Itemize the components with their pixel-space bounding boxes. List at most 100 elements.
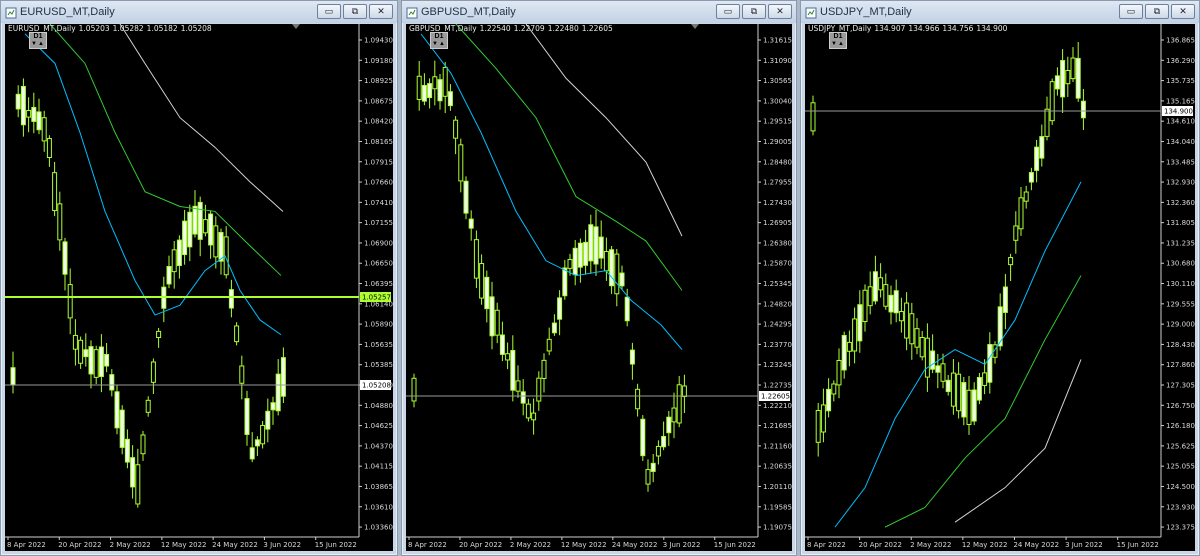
price-axis-label: 136.865	[1166, 37, 1195, 45]
price-axis-label: 1.25870	[763, 260, 792, 268]
price-chart[interactable]: 136.865 136.290 135.735 135.165 134.610 134.0…	[805, 24, 1195, 551]
candle-body	[583, 241, 589, 266]
chart-window-usdjpy[interactable]: USDJPY_MT,Daily ▭ ⧉ ✕ 136.865 136.290 135.…	[800, 0, 1200, 556]
candle-body	[867, 286, 873, 307]
titlebar[interactable]: EURUSD_MT,Daily ▭ ⧉ ✕	[1, 1, 397, 23]
chart-window-gbpusd[interactable]: GBPUSD_MT,Daily ▭ ⧉ ✕ 1.31615 1.31090 1.30…	[401, 0, 797, 556]
candle-body	[681, 385, 687, 398]
candle-body	[815, 410, 821, 443]
price-axis-label: 1.08420	[364, 118, 393, 126]
maximize-button[interactable]: ⧉	[742, 4, 766, 19]
price-axis-label: 133.485	[1166, 158, 1195, 166]
price-axis-label: 1.27955	[763, 179, 792, 187]
close-value: 1.05208	[180, 24, 212, 33]
candle-body	[820, 404, 826, 433]
high-value: 1.22709	[513, 24, 545, 33]
price-axis-label: 132.360	[1166, 199, 1195, 207]
candle-body	[473, 239, 479, 279]
candle-body	[182, 220, 188, 256]
candle-body	[150, 361, 156, 383]
timeframe-label: D1	[33, 33, 43, 40]
candle-body	[249, 447, 255, 460]
candle-body	[1028, 172, 1034, 183]
timeframe-switcher[interactable]: D1 ▼▲	[829, 32, 847, 49]
candle-body	[421, 84, 427, 102]
maximize-button[interactable]: ⧉	[343, 4, 367, 19]
price-axis-label: 129.000	[1166, 321, 1195, 329]
price-axis-label: 1.03610	[364, 503, 393, 511]
open-value: 1.22540	[479, 24, 511, 33]
candle-body	[78, 339, 84, 364]
close-button[interactable]: ✕	[1171, 4, 1195, 19]
minimize-button[interactable]: ▭	[716, 4, 740, 19]
candle-body	[961, 382, 967, 418]
price-axis-label: 1.08925	[364, 77, 393, 85]
close-button[interactable]: ✕	[768, 4, 792, 19]
candle-body	[577, 242, 583, 268]
candle-body	[20, 85, 26, 126]
candle-body	[67, 284, 73, 319]
candle-body	[176, 239, 182, 267]
close-button[interactable]: ✕	[369, 4, 393, 19]
price-chart[interactable]: 1.09430 1.09180 1.08925 1.08675 1.08420 1.081…	[5, 24, 393, 551]
candle-body	[468, 218, 474, 229]
window-title: USDJPY_MT,Daily	[820, 6, 912, 18]
moving-average-mid	[49, 24, 282, 276]
candle-body	[489, 296, 495, 337]
price-axis-label: 1.04115	[364, 463, 393, 471]
candle-body	[234, 325, 240, 343]
chart-shift-marker-icon[interactable]	[691, 24, 699, 29]
price-axis-label: 123.375	[1166, 524, 1195, 532]
candle-body	[1008, 257, 1014, 266]
candle-body	[458, 144, 464, 182]
chart-window-eurusd[interactable]: EURUSD_MT,Daily ▭ ⧉ ✕ 1.09430 1.09180 1.08…	[0, 0, 398, 556]
candle-body	[950, 372, 956, 407]
timeframe-switcher[interactable]: D1 ▼▲	[430, 32, 448, 49]
candle-body	[852, 318, 858, 352]
timeframe-arrows-icon[interactable]: ▼▲	[30, 41, 46, 47]
timeframe-label: D1	[434, 33, 444, 40]
candle-body	[156, 330, 162, 339]
timeframe-switcher[interactable]: D1 ▼▲	[29, 32, 47, 49]
candle-body	[909, 313, 915, 345]
candle-body	[567, 259, 573, 269]
timeframe-arrows-icon[interactable]: ▼▲	[830, 41, 846, 47]
minimize-button[interactable]: ▭	[1119, 4, 1143, 19]
candle-body	[593, 226, 599, 265]
maximize-button[interactable]: ⧉	[1145, 4, 1169, 19]
minimize-button[interactable]: ▭	[317, 4, 341, 19]
candle-body	[982, 372, 988, 386]
candle-body	[83, 349, 89, 358]
window-title: EURUSD_MT,Daily	[20, 6, 115, 18]
candle-body	[640, 418, 646, 457]
date-axis-label: 15 Jun 2022	[714, 541, 756, 549]
price-axis-label: 1.06900	[364, 239, 393, 247]
chart-shift-marker-icon[interactable]	[292, 24, 300, 29]
candle-body	[187, 211, 193, 248]
candle-body	[62, 241, 68, 275]
titlebar[interactable]: GBPUSD_MT,Daily ▭ ⧉ ✕	[402, 1, 796, 23]
chart-window-icon	[5, 6, 17, 19]
candle-body	[275, 373, 281, 412]
candle-body	[260, 424, 266, 445]
price-chart[interactable]: 1.31615 1.31090 1.30565 1.30040 1.29515 1.290…	[406, 24, 792, 551]
level-price-tag-text: 1.05257	[362, 294, 391, 302]
price-axis-label: 1.29005	[763, 138, 792, 146]
price-axis-label: 1.30565	[763, 77, 792, 85]
price-axis-label: 1.03865	[364, 483, 393, 491]
price-axis-label: 1.09430	[364, 37, 393, 45]
candle-body	[572, 247, 578, 276]
open-value: 134.907	[874, 24, 906, 33]
price-axis-label: 131.235	[1166, 239, 1195, 247]
timeframe-arrows-icon[interactable]: ▼▲	[431, 41, 447, 47]
date-axis-label: 24 May 2022	[612, 541, 658, 549]
candle-body	[130, 457, 136, 488]
date-axis-label: 24 May 2022	[212, 541, 258, 549]
price-axis-label: 123.930	[1166, 503, 1195, 511]
candle-body	[192, 205, 198, 235]
titlebar[interactable]: USDJPY_MT,Daily ▭ ⧉ ✕	[801, 1, 1199, 23]
candle-body	[239, 365, 245, 384]
date-axis-label: 3 Jun 2022	[663, 541, 701, 549]
low-value: 134.756	[942, 24, 974, 33]
candle-body	[218, 232, 224, 262]
